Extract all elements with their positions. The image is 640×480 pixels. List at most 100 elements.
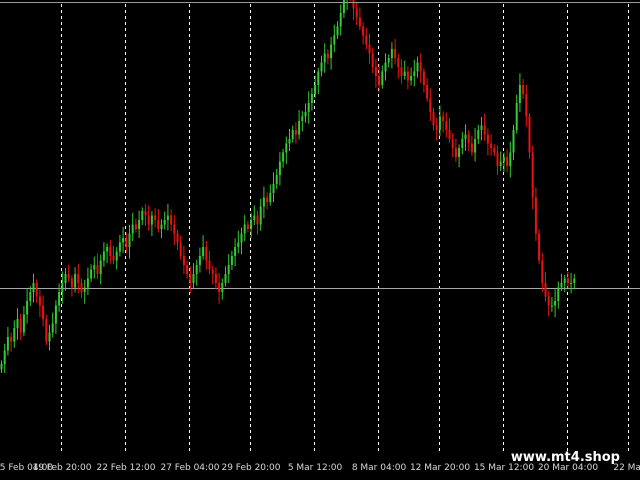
- candle-body: [45, 319, 48, 342]
- candle-body: [195, 265, 198, 274]
- candle-body: [198, 256, 201, 265]
- candle-body: [189, 274, 192, 283]
- candle-body: [118, 242, 121, 252]
- candle-body: [230, 256, 233, 265]
- candle-body: [250, 220, 253, 229]
- candle-body: [480, 125, 483, 130]
- candle-body: [416, 62, 419, 72]
- x-tick-label: 8 Mar 04:00: [352, 463, 407, 473]
- candle-body: [186, 265, 189, 274]
- candle-body: [307, 103, 310, 112]
- candle-body: [19, 319, 22, 333]
- candle-body: [355, 8, 358, 18]
- candle-body: [515, 103, 518, 130]
- candle-body: [291, 130, 294, 139]
- candle-body: [394, 49, 397, 58]
- candle-body: [262, 197, 265, 207]
- chart-background: [0, 0, 640, 480]
- candle-body: [58, 292, 61, 306]
- candle-body: [541, 260, 544, 283]
- candle-body: [490, 143, 493, 148]
- candle-body: [470, 143, 473, 153]
- candle-body: [26, 301, 29, 315]
- candle-body: [550, 305, 553, 307]
- candle-body: [144, 211, 147, 216]
- candle-body: [160, 224, 163, 229]
- candle-body: [368, 44, 371, 54]
- candle-body: [240, 233, 243, 243]
- candle-body: [266, 197, 269, 202]
- candle-body: [3, 350, 6, 364]
- candle-body: [445, 121, 448, 130]
- candle-body: [112, 256, 115, 261]
- candle-body: [211, 269, 214, 274]
- candle-body: [554, 301, 557, 306]
- candle-body: [499, 161, 502, 166]
- candle-body: [74, 274, 77, 288]
- candle-body: [106, 247, 109, 252]
- candle-body: [522, 85, 525, 94]
- candle-body: [451, 139, 454, 148]
- candle-body: [141, 211, 144, 220]
- candle-body: [32, 283, 35, 292]
- x-tick-label: 27 Feb 04:00: [160, 463, 219, 473]
- candle-body: [358, 17, 361, 27]
- candle-body: [282, 152, 285, 162]
- candle-body: [342, 0, 345, 13]
- candle-body: [378, 76, 381, 85]
- x-tick-label: 29 Feb 20:00: [221, 463, 280, 473]
- candle-body: [96, 265, 99, 274]
- candle-body: [246, 224, 249, 229]
- candle-body: [0, 364, 3, 370]
- candle-body: [122, 238, 125, 243]
- candle-body: [374, 67, 377, 76]
- candle-body: [166, 215, 169, 220]
- candle: [528, 112, 531, 159]
- candle-body: [134, 224, 137, 229]
- candle-body: [38, 296, 41, 306]
- candle-body: [16, 319, 19, 328]
- candle-body: [371, 53, 374, 67]
- candle-body: [560, 283, 563, 288]
- candle-body: [531, 152, 534, 198]
- candle-body: [390, 49, 393, 58]
- candle-body: [458, 148, 461, 157]
- candle-body: [544, 283, 547, 297]
- candle-body: [237, 242, 240, 247]
- candle-body: [442, 116, 445, 121]
- candle-body: [208, 260, 211, 270]
- candle-body: [320, 62, 323, 72]
- candle-body: [419, 62, 422, 72]
- candle-body: [22, 314, 25, 333]
- candle-body: [234, 247, 237, 256]
- candle-body: [128, 233, 131, 247]
- candle-body: [506, 157, 509, 166]
- candle-body: [42, 305, 45, 319]
- candle-body: [483, 125, 486, 135]
- candle-body: [400, 67, 403, 76]
- candle-body: [131, 224, 134, 234]
- candle-body: [422, 71, 425, 85]
- candle-body: [163, 220, 166, 225]
- candle-body: [333, 35, 336, 45]
- candle-body: [35, 283, 38, 297]
- candle-body: [275, 175, 278, 184]
- candle-body: [61, 283, 64, 292]
- candle-body: [102, 251, 105, 261]
- candle: [45, 314, 48, 346]
- candle-body: [496, 152, 499, 166]
- candle-body: [51, 323, 54, 333]
- candle-body: [182, 256, 185, 265]
- candle-body: [547, 296, 550, 306]
- candle-body: [298, 121, 301, 135]
- x-tick-label: 19 Feb 20:00: [32, 463, 91, 473]
- candle-body: [352, 0, 355, 9]
- candle-body: [176, 233, 179, 243]
- candle-body: [48, 332, 51, 342]
- candle-body: [77, 274, 80, 283]
- candle-body: [477, 130, 480, 139]
- candle-body: [534, 197, 537, 234]
- candle-body: [426, 85, 429, 99]
- candle-body: [310, 94, 313, 103]
- candle-body: [54, 305, 57, 324]
